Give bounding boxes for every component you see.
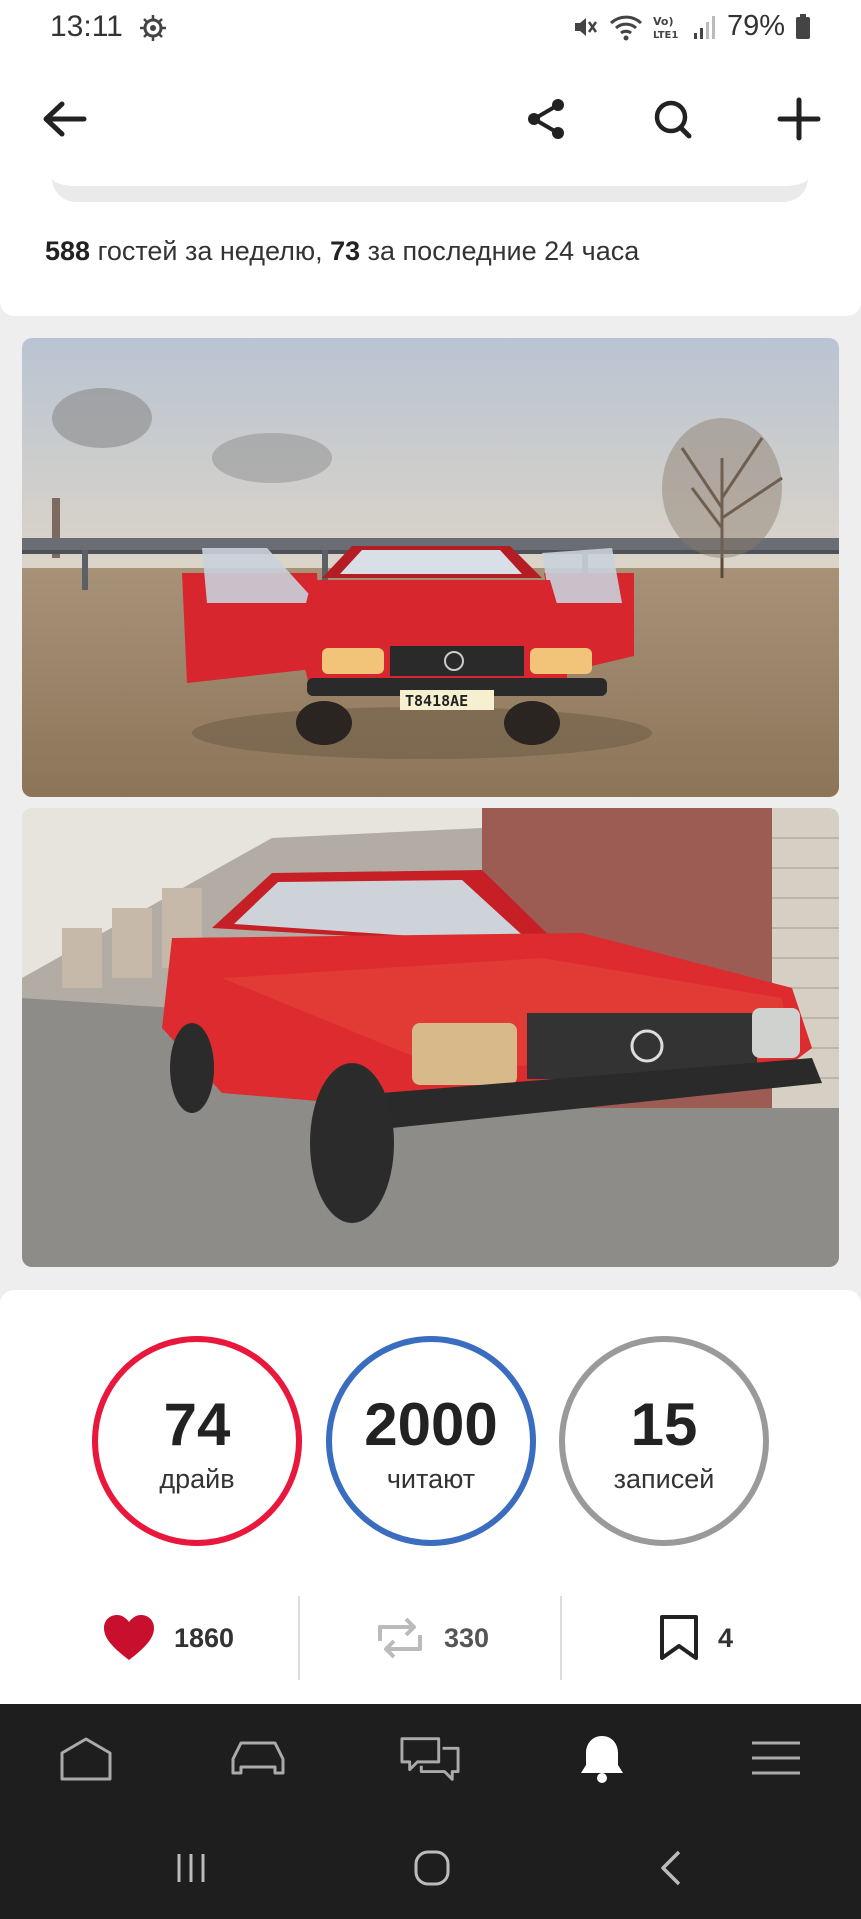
battery-icon bbox=[795, 13, 811, 41]
car-photo-2[interactable] bbox=[22, 808, 839, 1267]
chevron-left-icon bbox=[661, 1850, 681, 1886]
system-navigation bbox=[0, 1814, 861, 1919]
wifi-icon bbox=[609, 13, 643, 41]
nav-garage[interactable] bbox=[228, 1732, 288, 1784]
volte-icon: Vo) LTE1 bbox=[653, 13, 683, 41]
search-button[interactable] bbox=[651, 96, 695, 142]
divider bbox=[298, 1596, 300, 1680]
followers-label: читают bbox=[386, 1464, 476, 1494]
signal-icon bbox=[693, 13, 717, 41]
back-arrow-icon bbox=[43, 101, 87, 137]
posts-stat[interactable]: 15 записей bbox=[559, 1336, 769, 1546]
like-button[interactable]: 1860 bbox=[102, 1596, 234, 1680]
system-back-button[interactable] bbox=[648, 1844, 698, 1892]
guests-stats-text: 588 гостей за неделю, 73 за последние 24… bbox=[45, 236, 639, 267]
battery-percent: 79% bbox=[726, 10, 785, 42]
action-bar: 1860 330 4 bbox=[0, 1596, 861, 1680]
home-button[interactable] bbox=[407, 1844, 457, 1892]
heart-icon bbox=[104, 1615, 154, 1660]
blog-stats-card: 74 драйв 2000 читают 15 записей 1860 330… bbox=[0, 1290, 861, 1704]
svg-text:T8418AE: T8418AE bbox=[405, 692, 468, 710]
guests-day-count: 73 bbox=[330, 236, 361, 266]
guests-day-text: за последние 24 часа bbox=[360, 236, 640, 266]
followers-count: 2000 bbox=[364, 1391, 498, 1458]
nav-notifications[interactable] bbox=[572, 1732, 632, 1784]
bell-icon bbox=[581, 1736, 623, 1783]
repost-icon bbox=[378, 1617, 422, 1659]
posts-count: 15 bbox=[630, 1391, 698, 1458]
car-photo-1[interactable]: T8418AE bbox=[22, 338, 839, 797]
nav-menu[interactable] bbox=[746, 1732, 806, 1784]
wake-gear-icon bbox=[138, 13, 168, 43]
status-bar: 13:11 Vo) LTE1 79% bbox=[0, 0, 861, 60]
bookmark-count: 4 bbox=[718, 1622, 734, 1653]
followers-stat[interactable]: 2000 читают bbox=[326, 1336, 536, 1546]
repost-button[interactable]: 330 bbox=[374, 1596, 489, 1680]
drive-count: 74 bbox=[163, 1391, 231, 1458]
search-icon bbox=[654, 100, 692, 139]
car-icon bbox=[231, 1741, 285, 1775]
home-circle-icon bbox=[414, 1850, 450, 1886]
home-icon bbox=[60, 1737, 112, 1781]
chat-icon bbox=[400, 1737, 460, 1781]
bookmark-icon bbox=[660, 1615, 698, 1660]
nav-home[interactable] bbox=[56, 1732, 116, 1784]
nav-messages[interactable] bbox=[400, 1732, 460, 1784]
share-icon bbox=[528, 99, 564, 139]
menu-icon bbox=[752, 1741, 800, 1775]
recents-button[interactable] bbox=[166, 1844, 216, 1892]
plus-icon bbox=[777, 97, 821, 141]
svg-text:Vo): Vo) bbox=[653, 15, 674, 28]
mute-icon bbox=[571, 13, 599, 41]
like-count: 1860 bbox=[174, 1622, 235, 1653]
blog-header-card: 588 гостей за неделю, 73 за последние 24… bbox=[0, 60, 861, 316]
svg-text:LTE1: LTE1 bbox=[653, 30, 678, 41]
share-button[interactable] bbox=[524, 96, 568, 142]
guests-week-text: гостей за неделю, bbox=[90, 236, 331, 266]
back-button[interactable] bbox=[40, 98, 88, 140]
status-time: 13:11 bbox=[50, 10, 123, 43]
recents-icon bbox=[177, 1854, 205, 1882]
posts-label: записей bbox=[613, 1464, 715, 1494]
drive-label: драйв bbox=[159, 1464, 235, 1494]
collapsed-cover-edge bbox=[52, 178, 808, 202]
bookmark-button[interactable]: 4 bbox=[658, 1596, 733, 1680]
guests-week-count: 588 bbox=[45, 236, 91, 266]
bottom-navigation bbox=[0, 1704, 861, 1814]
divider bbox=[560, 1596, 562, 1680]
repost-count: 330 bbox=[444, 1622, 490, 1653]
drive-stat[interactable]: 74 драйв bbox=[92, 1336, 302, 1546]
add-button[interactable] bbox=[776, 96, 822, 142]
